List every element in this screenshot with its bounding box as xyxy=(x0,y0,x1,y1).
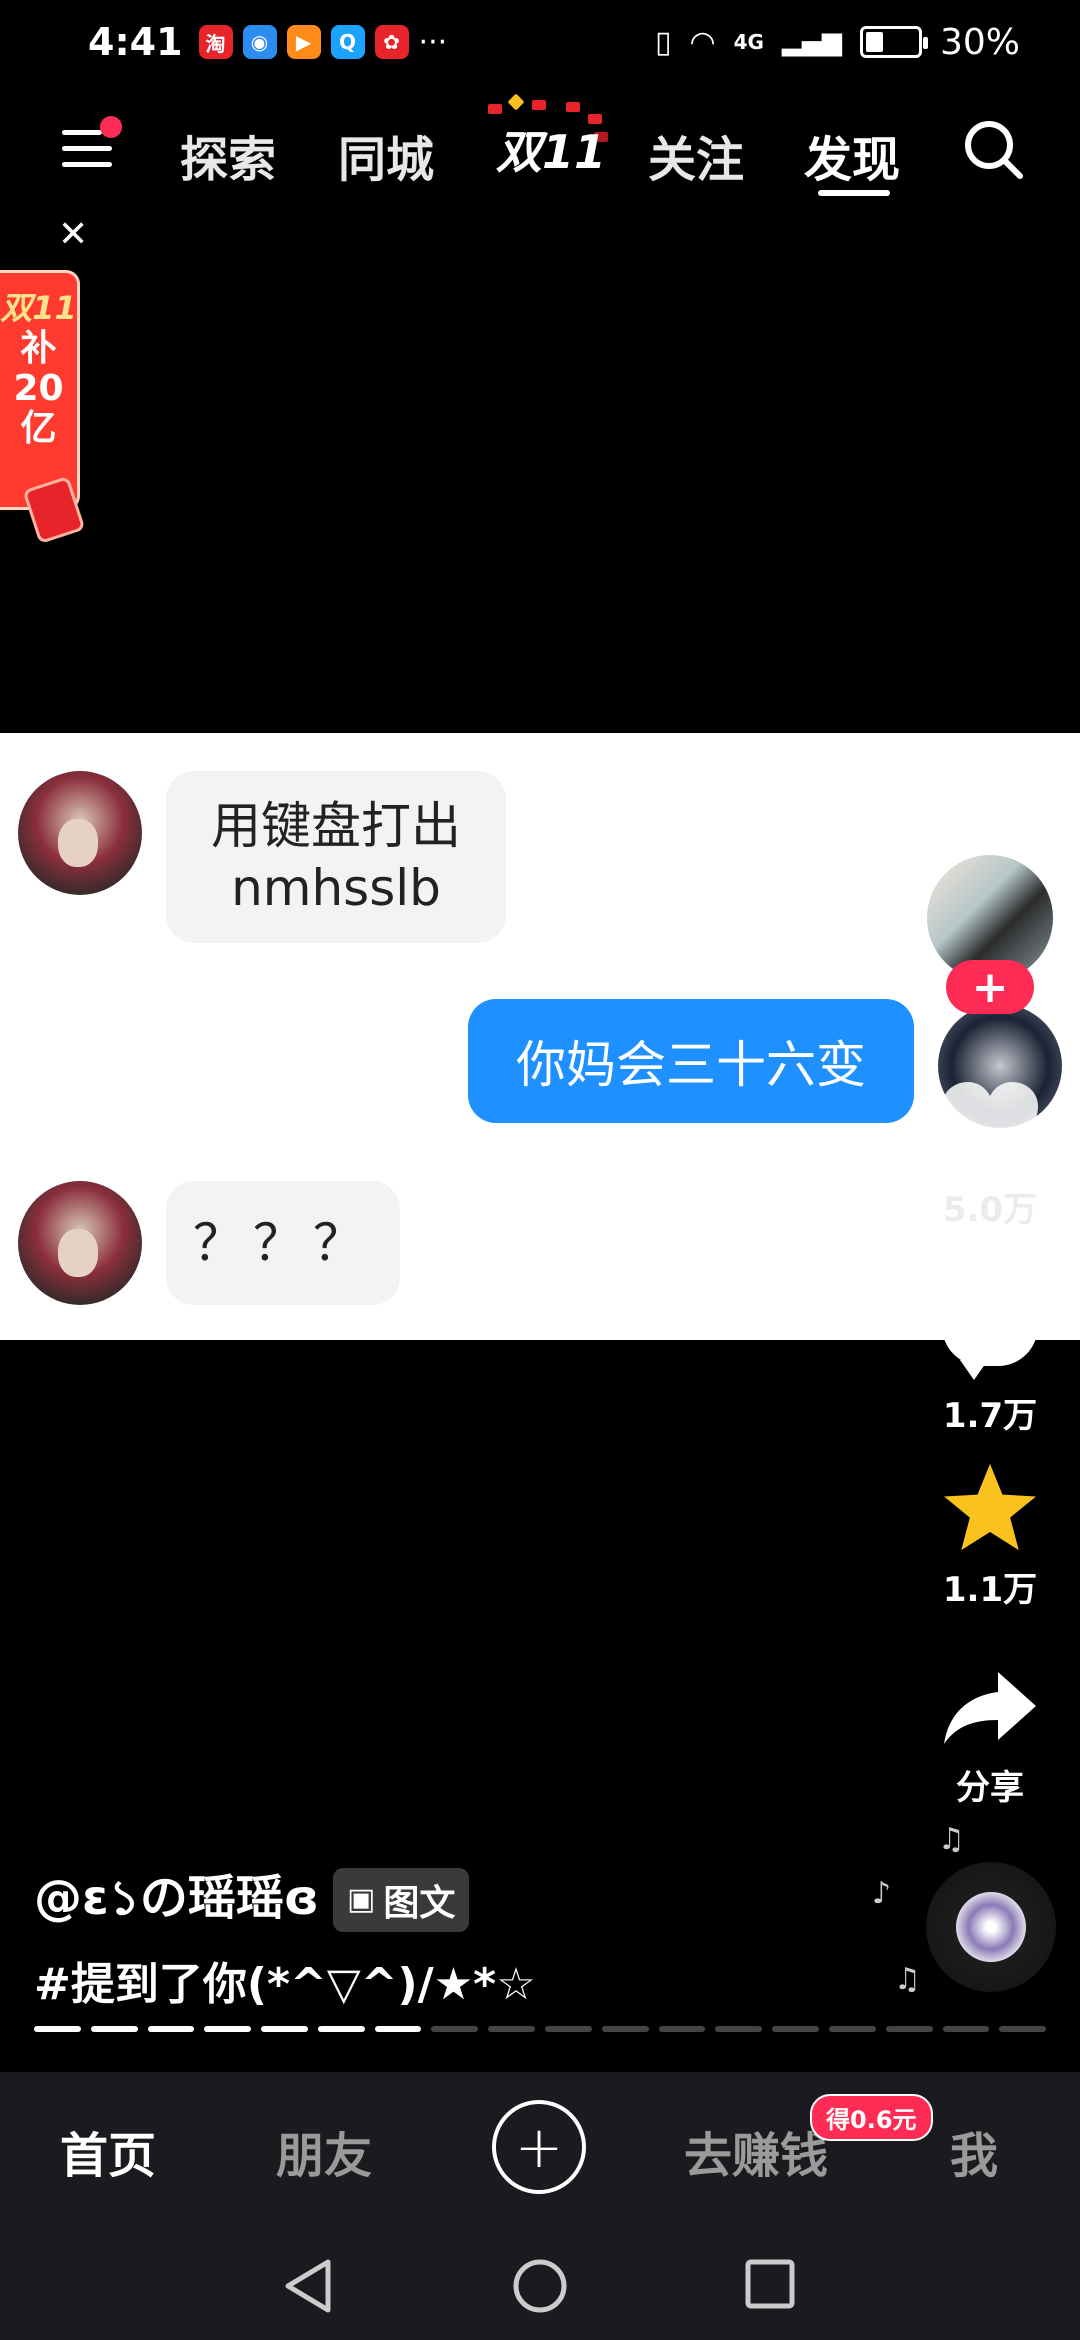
progress-segment xyxy=(431,2026,479,2032)
music-cover xyxy=(956,1892,1026,1962)
recents-icon[interactable] xyxy=(744,2258,796,2310)
search-icon[interactable] xyxy=(962,118,1024,180)
favorite-count: 1.1万 xyxy=(942,1570,1038,1610)
status-bar: 4:41 淘 ◉ ▶ Q ✿ ··· ▯ ◠ 4G ▂▄▆ 30% xyxy=(0,0,1080,84)
search-app-icon: Q xyxy=(330,25,365,59)
progress-segment xyxy=(34,2026,81,2032)
comment-count: 1.7万 xyxy=(942,1396,1038,1436)
image-text-tag: ▣ 图文 xyxy=(332,1867,470,1932)
progress-segment xyxy=(374,2026,422,2032)
music-note-icon: ♫ xyxy=(894,1962,921,1997)
progress-segment xyxy=(658,2026,706,2032)
comment-icon xyxy=(942,1286,1038,1380)
side-promo-line2: 补 xyxy=(20,328,57,369)
share-icon xyxy=(944,1672,1036,1744)
author-username[interactable]: @ɛ১の瑶瑶ɞ ▣ 图文 xyxy=(34,1858,470,1941)
chat-bubble-outgoing: 你妈会三十六变 xyxy=(468,999,914,1123)
music-disc[interactable] xyxy=(926,1862,1056,1992)
shopping-festival-icon: ✿ xyxy=(374,25,409,59)
chat-avatar xyxy=(18,771,142,895)
progress-segment xyxy=(204,2026,252,2032)
side-promo-line1: 双11 xyxy=(0,289,77,327)
progress-segment xyxy=(147,2026,195,2032)
tab-me[interactable]: 我 xyxy=(950,2116,998,2186)
progress-segment xyxy=(90,2026,138,2032)
top-nav: 探索 同城 双11 关注 发现 xyxy=(0,93,1080,200)
like-count: 5.0万 xyxy=(942,1190,1038,1230)
tab-local[interactable]: 同城 xyxy=(338,120,434,190)
taobao-icon: 淘 xyxy=(198,25,233,59)
close-promo-icon[interactable]: ✕ xyxy=(58,214,88,255)
status-more: ··· xyxy=(418,24,448,60)
tab-friends[interactable]: 朋友 xyxy=(276,2116,372,2186)
status-right: ▯ ◠ 4G ▂▄▆ 30% xyxy=(655,22,1020,63)
side-promo-line3: 20 xyxy=(13,368,64,409)
side-promo-line4: 亿 xyxy=(20,408,57,449)
image-icon: ▣ xyxy=(346,1882,376,1917)
progress-segment xyxy=(488,2026,536,2032)
network-label: 4G xyxy=(733,30,764,54)
tab-following[interactable]: 关注 xyxy=(648,120,744,190)
progress-segment xyxy=(999,2026,1047,2032)
chat-avatar xyxy=(18,1181,142,1305)
heart-icon xyxy=(942,1082,1038,1166)
create-post-button[interactable]: + xyxy=(492,2100,586,2194)
tab-discover[interactable]: 发现 xyxy=(804,120,900,190)
bottom-tab-bar: 首页 朋友 + 去赚钱 得0.6元 我 xyxy=(0,2072,1080,2222)
back-icon[interactable] xyxy=(282,2258,334,2314)
battery-fill xyxy=(865,32,883,52)
image-progress xyxy=(34,2026,1047,2032)
side-promo-banner[interactable]: 双11 补 20 亿 xyxy=(0,270,80,510)
music-note-icon: ♫ xyxy=(938,1822,965,1857)
double11-label: 双11 xyxy=(496,125,607,179)
status-app-icons: 淘 ◉ ▶ Q ✿ ··· xyxy=(198,24,448,60)
earn-badge: 得0.6元 xyxy=(810,2094,933,2141)
favorite-action[interactable]: 1.1万 xyxy=(920,1462,1060,1611)
signal-icon: ▂▄▆ xyxy=(781,27,842,57)
chat-bubble-incoming: 用键盘打出 nmhsslb xyxy=(166,771,506,943)
notification-dot xyxy=(100,116,122,138)
post-image-chat[interactable]: 用键盘打出 nmhsslb 你妈会三十六变 ？？？ xyxy=(0,733,1080,1340)
progress-segment xyxy=(942,2026,990,2032)
music-note-icon: ♪ xyxy=(872,1876,892,1911)
progress-segment xyxy=(772,2026,819,2032)
comment-action[interactable]: 1.7万 xyxy=(920,1286,1060,1437)
image-text-label: 图文 xyxy=(383,1882,456,1924)
chat-bubble-incoming: ？？？ xyxy=(166,1181,400,1305)
tab-explore[interactable]: 探索 xyxy=(180,120,276,190)
share-action[interactable]: 分享 xyxy=(920,1668,1060,1809)
progress-segment xyxy=(261,2026,308,2032)
tab-home[interactable]: 首页 xyxy=(60,2116,156,2186)
battery-percent: 30% xyxy=(939,21,1020,63)
progress-segment xyxy=(545,2026,592,2032)
username-text: @ɛ১の瑶瑶ɞ xyxy=(34,1870,319,1926)
star-icon xyxy=(944,1463,1036,1551)
system-nav-bar xyxy=(0,2222,1080,2340)
home-icon[interactable] xyxy=(512,2258,568,2314)
progress-segment xyxy=(828,2026,876,2032)
vibrate-icon: ▯ xyxy=(654,24,672,60)
battery-icon xyxy=(859,26,928,58)
like-action[interactable]: 5.0万 xyxy=(920,1080,1060,1231)
progress-segment xyxy=(715,2026,763,2032)
progress-segment xyxy=(317,2026,365,2032)
progress-segment xyxy=(601,2026,649,2032)
tab-earn[interactable]: 去赚钱 xyxy=(684,2116,828,2186)
progress-segment xyxy=(885,2026,933,2032)
wifi-icon: ◠ xyxy=(689,24,716,60)
active-tab-indicator xyxy=(818,190,890,196)
share-label: 分享 xyxy=(956,1768,1024,1808)
follow-button[interactable]: + xyxy=(946,960,1034,1014)
browser-icon: ◉ xyxy=(242,25,277,59)
caption-text[interactable]: #提到了你(*^▽^)/★*☆ xyxy=(34,1948,536,2012)
status-time: 4:41 xyxy=(88,20,183,64)
video-icon: ▶ xyxy=(286,25,321,59)
